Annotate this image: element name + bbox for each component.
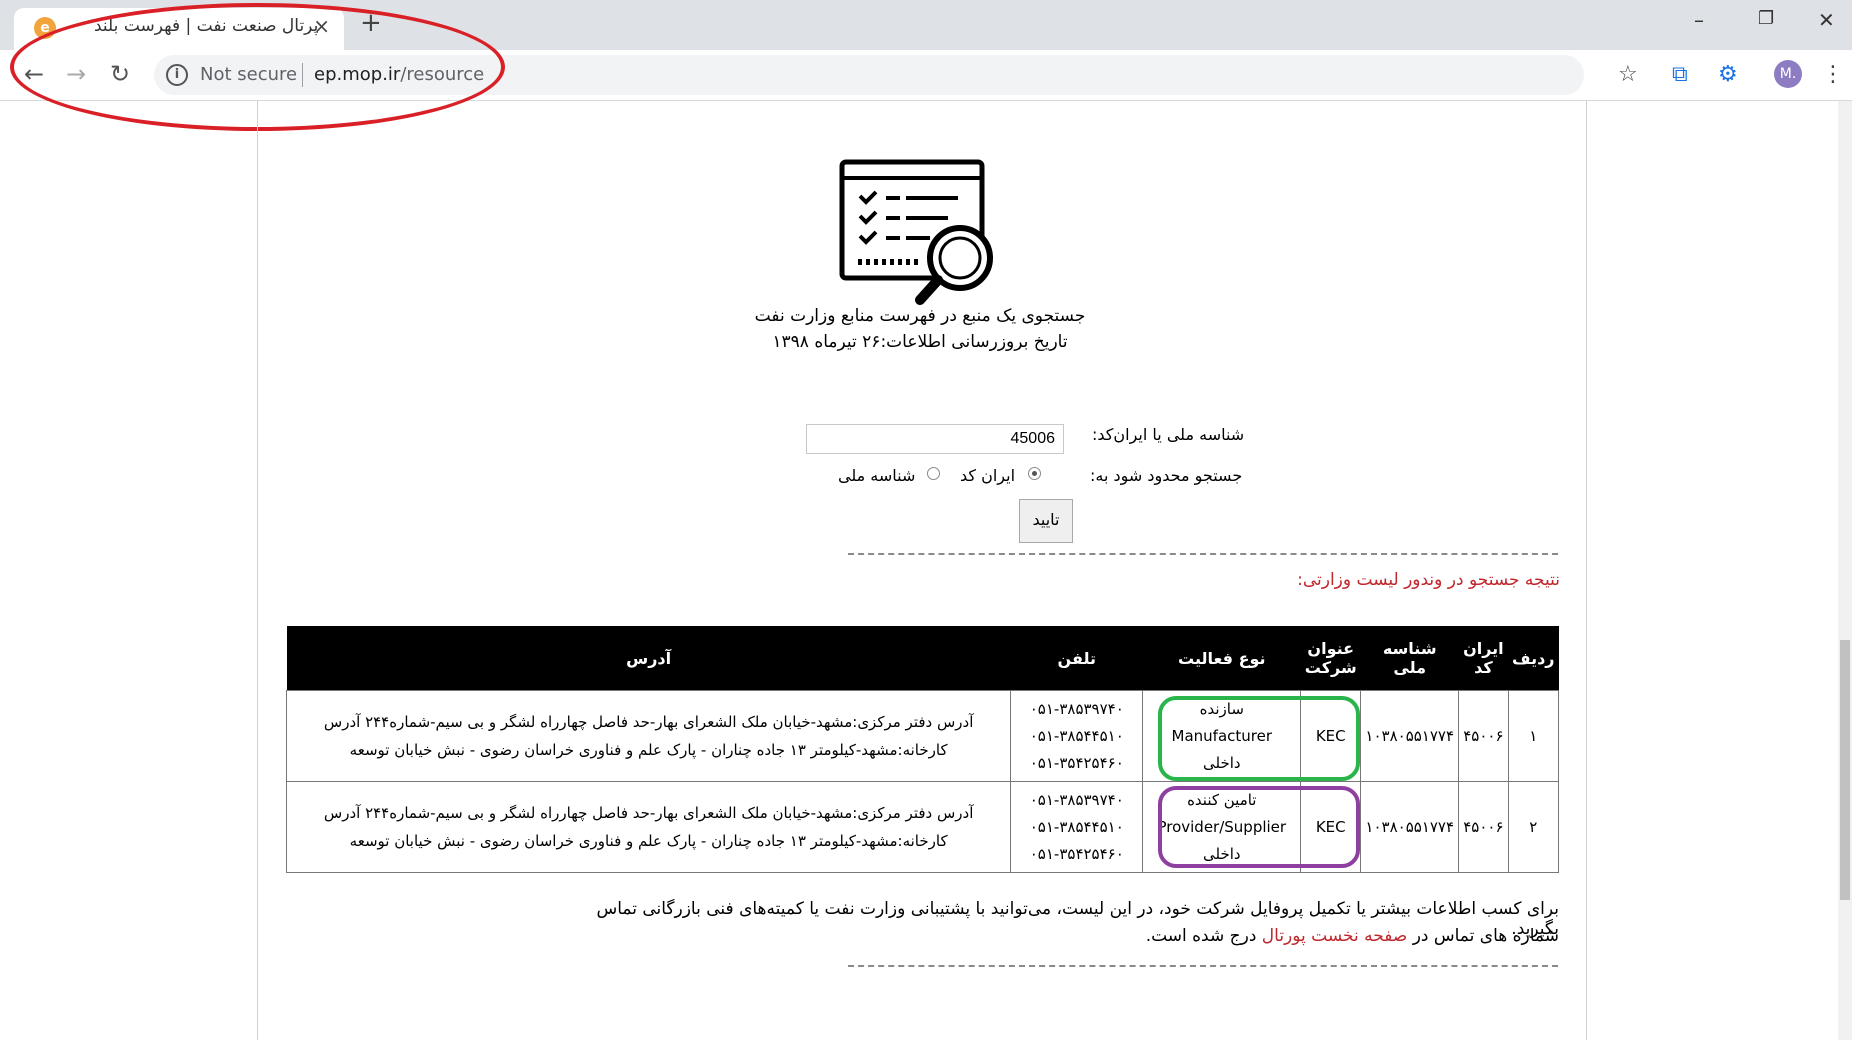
cell-phone: ۰۵۱-۳۸۵۳۹۷۴۰ ۰۵۱-۳۸۵۴۴۵۱۰ ۰۵۱-۳۵۴۲۵۴۶۰ — [1010, 781, 1144, 873]
table-header-row: ردیف ایران کد شناسه ملی عنوان شرکت نوع ف… — [286, 626, 1559, 691]
cell-iran-code: ۴۵۰۰۶ — [1458, 781, 1509, 873]
star-icon[interactable]: ☆ — [1618, 62, 1638, 87]
phone-1: ۰۵۱-۳۸۵۳۹۷۴۰ — [1029, 790, 1124, 809]
cell-row-number: ۲ — [1507, 781, 1560, 873]
annotation-purple-box — [1158, 786, 1360, 868]
cell-phone: ۰۵۱-۳۸۵۳۹۷۴۰ ۰۵۱-۳۸۵۴۴۵۱۰ ۰۵۱-۳۵۴۲۵۴۶۰ — [1010, 690, 1144, 782]
avatar[interactable]: M. — [1774, 60, 1802, 88]
phone-3: ۰۵۱-۳۵۴۲۵۴۶۰ — [1029, 753, 1124, 772]
header-iran-code: ایران کد — [1458, 626, 1509, 691]
header-activity: نوع فعالیت — [1142, 626, 1301, 691]
minimize-icon[interactable]: – — [1694, 8, 1704, 32]
cell-national-id: ۱۰۳۸۰۵۵۱۷۷۴ — [1360, 690, 1460, 782]
table-row: ۱ ۴۵۰۰۶ ۱۰۳۸۰۵۵۱۷۷۴ KEC سازنده Manufactu… — [285, 690, 1560, 782]
cell-address: آدرس دفتر مرکزی:مشهد-خیابان ملک الشعرای … — [285, 781, 1012, 873]
translate-icon[interactable]: ⧉ — [1672, 62, 1688, 87]
search-input[interactable] — [806, 424, 1064, 454]
results-table: ردیف ایران کد شناسه ملی عنوان شرکت نوع ف… — [285, 626, 1560, 873]
footer-contact-suffix: درج شده است. — [1145, 926, 1257, 946]
restore-icon[interactable]: ❐ — [1758, 8, 1774, 29]
limit-label: جستجو محدود شود به: — [1090, 466, 1243, 485]
extension-icon[interactable]: ⚙ — [1718, 62, 1738, 87]
radio-iran-code[interactable] — [1028, 467, 1041, 480]
submit-button[interactable]: تایید — [1019, 499, 1073, 543]
phone-2: ۰۵۱-۳۸۵۴۴۵۱۰ — [1029, 817, 1124, 836]
address-line-2: کارخانه:مشهد-کیلومتر ۱۳ جاده چناران - پا… — [349, 741, 948, 759]
result-title: نتیجه جستجو در وندور لیست وزارتی: — [1297, 570, 1560, 590]
update-date: تاریخ بروزرسانی اطلاعات:۲۶ تیرماه ۱۳۹۸ — [772, 332, 1068, 352]
checklist-search-icon — [839, 159, 993, 305]
divider-bottom — [848, 965, 1558, 967]
search-label: شناسه ملی یا ایران‌کد: — [1092, 425, 1245, 444]
cell-iran-code: ۴۵۰۰۶ — [1458, 690, 1509, 782]
header-address: آدرس — [286, 626, 1011, 691]
header-phone: تلفن — [1010, 626, 1143, 691]
menu-dots-icon[interactable]: ⋮ — [1822, 62, 1844, 87]
radio-iran-code-label[interactable]: ایران کد — [960, 466, 1015, 485]
divider-top — [848, 553, 1558, 555]
footer-contact: شماره های تماس در صفحه نخست پورتال درج ش… — [560, 926, 1559, 946]
radio-national-id[interactable] — [927, 467, 940, 480]
homepage-link[interactable]: صفحه نخست پورتال — [1262, 926, 1407, 946]
annotation-green-box — [1158, 696, 1360, 781]
header-company: عنوان شرکت — [1300, 626, 1361, 691]
footer-contact-prefix: شماره های تماس در — [1412, 926, 1559, 946]
phone-1: ۰۵۱-۳۸۵۳۹۷۴۰ — [1029, 699, 1124, 718]
content-right-border — [1586, 101, 1587, 1040]
scrollbar-thumb[interactable] — [1840, 640, 1850, 900]
cell-row-number: ۱ — [1507, 690, 1560, 782]
cell-national-id: ۱۰۳۸۰۵۵۱۷۷۴ — [1360, 781, 1460, 873]
cell-address: آدرس دفتر مرکزی:مشهد-خیابان ملک الشعرای … — [285, 690, 1012, 782]
table-row: ۲ ۴۵۰۰۶ ۱۰۳۸۰۵۵۱۷۷۴ KEC تامین کننده Prov… — [285, 781, 1560, 873]
header-national-id: شناسه ملی — [1360, 626, 1459, 691]
phone-3: ۰۵۱-۳۵۴۲۵۴۶۰ — [1029, 844, 1124, 863]
radio-national-id-label[interactable]: شناسه ملی — [838, 466, 915, 485]
page-title: جستجوی یک منبع در فهرست منابع وزارت نفت — [754, 306, 1086, 326]
content-left-border — [257, 101, 258, 1040]
header-row-number: ردیف — [1508, 626, 1559, 691]
close-window-icon[interactable]: ✕ — [1818, 8, 1835, 32]
address-line-2: کارخانه:مشهد-کیلومتر ۱۳ جاده چناران - پا… — [349, 832, 948, 850]
address-line-1: آدرس دفتر مرکزی:مشهد-خیابان ملک الشعرای … — [323, 713, 974, 731]
phone-2: ۰۵۱-۳۸۵۴۴۵۱۰ — [1029, 726, 1124, 745]
address-line-1: آدرس دفتر مرکزی:مشهد-خیابان ملک الشعرای … — [323, 804, 974, 822]
